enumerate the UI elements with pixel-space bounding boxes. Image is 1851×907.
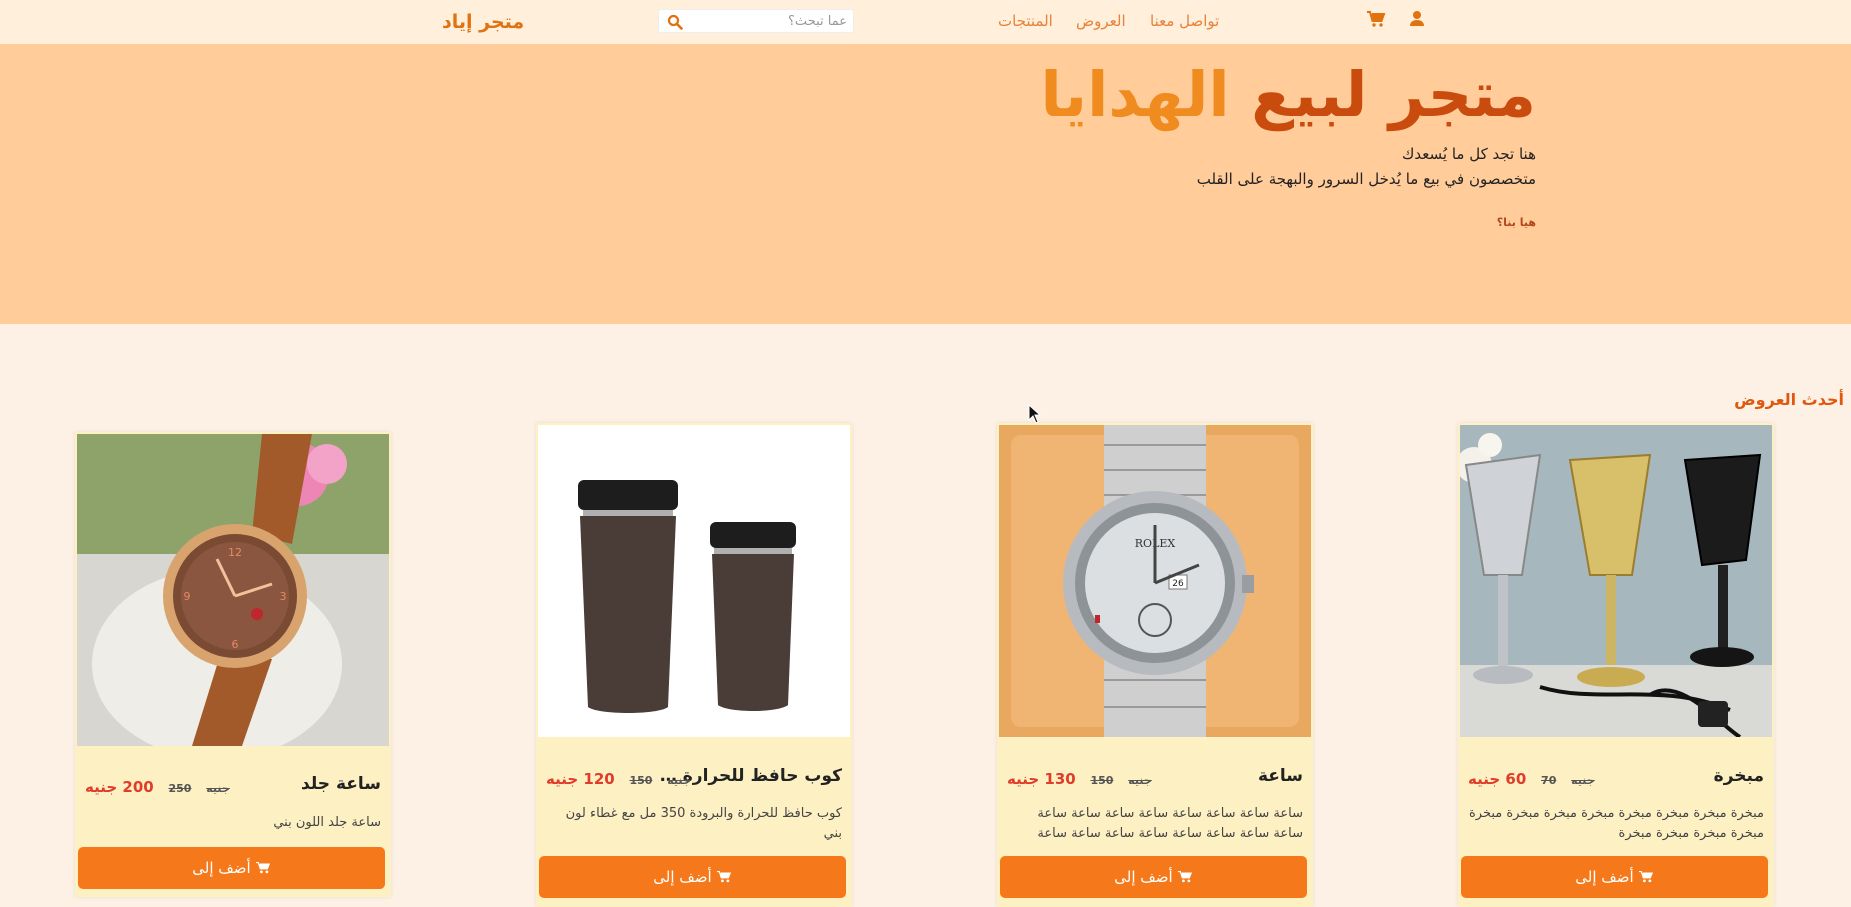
- hero-subtitle-1: هنا تجد كل ما يُسعدك: [1402, 145, 1536, 163]
- mouse-cursor-icon: [1028, 404, 1042, 424]
- product-name[interactable]: ساعة: [1258, 766, 1303, 786]
- product-old-price: 150: [1090, 774, 1114, 787]
- hero-banner: متجر لبيع الهدايا هنا تجد كل ما يُسعدك م…: [0, 44, 1851, 324]
- product-price: جنيه 150 130 جنيه: [1007, 770, 1152, 788]
- cart-icon: [1177, 870, 1192, 883]
- add-to-cart-label: أضف إلى: [653, 868, 712, 886]
- hero-title-part2: الهدايا: [1040, 58, 1230, 131]
- product-image-thermos-cup[interactable]: [538, 425, 850, 737]
- product-image-incense-burner[interactable]: [1460, 425, 1772, 737]
- product-description: مبخرة مبخرة مبخرة مبخرة مبخرة مبخرة مبخر…: [1468, 806, 1764, 841]
- nav-link-offers[interactable]: العروض: [1076, 12, 1126, 30]
- add-to-cart-label: أضف إلى: [1575, 868, 1634, 886]
- hero-cta-link[interactable]: هيا بنا؟: [1497, 216, 1536, 229]
- cart-icon: [1638, 870, 1653, 883]
- hero-title-part1: متجر لبيع: [1251, 58, 1536, 131]
- product-price: جنيه 250 200 جنيه: [85, 778, 230, 796]
- cart-icon: [716, 870, 731, 883]
- product-new-price: 130 جنيه: [1007, 770, 1076, 788]
- product-card: كوب حافظ للحرارة والبرودة جنيه 150 120 ج…: [536, 423, 852, 907]
- cart-icon: [255, 861, 270, 874]
- product-old-price: 70: [1541, 774, 1557, 787]
- svg-text:3: 3: [280, 590, 287, 603]
- product-old-price-unit: جنيه: [667, 774, 691, 787]
- add-to-cart-button[interactable]: أضف إلى: [78, 847, 385, 889]
- svg-text:6: 6: [232, 638, 239, 651]
- svg-text:9: 9: [184, 590, 191, 603]
- product-new-price: 60 جنيه: [1468, 770, 1527, 788]
- add-to-cart-button[interactable]: أضف إلى: [539, 856, 846, 898]
- product-old-price: 250: [168, 782, 192, 795]
- product-new-price: 200 جنيه: [85, 778, 154, 796]
- product-old-price-unit: جنيه: [1571, 774, 1595, 787]
- product-description: ساعة ساعة ساعة ساعة ساعة ساعة ساعة ساعة …: [1037, 806, 1303, 841]
- svg-text:26: 26: [1172, 579, 1184, 589]
- product-old-price: 150: [629, 774, 653, 787]
- product-image-watch[interactable]: ROLEX 26: [999, 425, 1311, 737]
- navbar: متجر إياد المنتجات العروض تواصل معنا: [0, 0, 1851, 44]
- product-new-price: 120 جنيه: [546, 770, 615, 788]
- product-description: كوب حافظ للحرارة والبرودة 350 مل مع غطاء…: [565, 806, 842, 841]
- cart-icon[interactable]: [1366, 9, 1386, 29]
- product-price: جنيه 70 60 جنيه: [1468, 770, 1595, 788]
- hero-subtitle-2: متخصصون في بيع ما يُدخل السرور والبهجة ع…: [1196, 170, 1536, 188]
- product-card: ROLEX 26 ساعة جنيه 150 130 جنيه ساعة ساع…: [997, 423, 1313, 907]
- product-old-price-unit: جنيه: [1128, 774, 1152, 787]
- svg-text:12: 12: [228, 546, 242, 559]
- add-to-cart-button[interactable]: أضف إلى: [1461, 856, 1768, 898]
- product-price: جنيه 150 120 جنيه: [546, 770, 691, 788]
- user-icon[interactable]: [1407, 9, 1427, 29]
- product-image-leather-watch[interactable]: 12 3 6 9: [77, 434, 389, 746]
- product-card: 12 3 6 9 ساعة جلد جنيه 250 200 جنيه ساعة ج…: [75, 432, 391, 897]
- nav-link-contact[interactable]: تواصل معنا: [1150, 12, 1219, 30]
- product-name[interactable]: مبخرة: [1714, 766, 1764, 786]
- product-description: ساعة جلد اللون بني: [273, 815, 381, 830]
- add-to-cart-label: أضف إلى: [192, 859, 251, 877]
- nav-link-products[interactable]: المنتجات: [998, 12, 1053, 30]
- add-to-cart-button[interactable]: أضف إلى: [1000, 856, 1307, 898]
- hero-title: متجر لبيع الهدايا: [1041, 58, 1536, 132]
- section-title: أحدث العروض: [1734, 390, 1844, 409]
- add-to-cart-label: أضف إلى: [1114, 868, 1173, 886]
- product-card: مبخرة جنيه 70 60 جنيه مبخرة مبخرة مبخرة …: [1458, 423, 1774, 907]
- product-old-price-unit: جنيه: [206, 782, 230, 795]
- product-name[interactable]: ساعة جلد: [301, 774, 381, 794]
